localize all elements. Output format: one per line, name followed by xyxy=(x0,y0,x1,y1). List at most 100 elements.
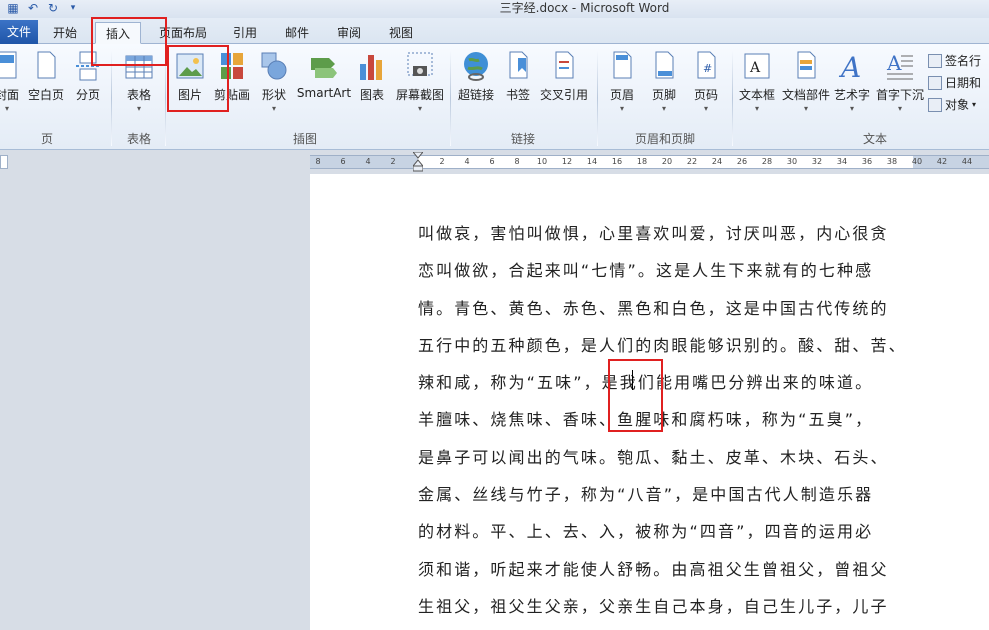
text-line: 是鼻子可以闻出的气味。匏瓜、黏土、皮革、木块、石头、 xyxy=(418,447,889,467)
ruler-tick: 4 xyxy=(464,157,470,166)
cover-page-button[interactable]: 封面 ▾ xyxy=(0,50,24,113)
ruler-tick: 8 xyxy=(315,157,321,166)
text-line: 辣和咸，称为“五味”，是我们能用嘴巴分辨出来的味道。 xyxy=(418,373,874,393)
group-label-links: 链接 xyxy=(510,132,535,146)
chart-button[interactable]: 图表 xyxy=(356,50,388,103)
annotation-box-picture-button xyxy=(167,45,229,112)
annotation-box-insert-tab xyxy=(91,17,167,66)
smartart-button[interactable]: SmartArt xyxy=(296,50,352,100)
svg-text:#: # xyxy=(703,62,712,75)
ruler-tick: 34 xyxy=(836,157,848,166)
horizontal-ruler[interactable]: 8 6 4 2 2 4 6 8 10 12 14 16 18 20 22 24 … xyxy=(310,152,989,172)
cover-page-icon xyxy=(0,51,17,79)
tab-review[interactable]: 审阅 xyxy=(330,22,368,44)
drop-cap-button[interactable]: A 首字下沉 ▾ xyxy=(874,50,926,113)
group-label-pages: 页 xyxy=(40,132,53,146)
cross-reference-button[interactable]: 交叉引用 xyxy=(538,50,590,103)
object-button[interactable]: 对象 ▾ xyxy=(928,96,976,113)
group-separator xyxy=(732,50,733,146)
tab-selector[interactable] xyxy=(0,155,8,169)
smartart-icon xyxy=(311,58,337,78)
signature-line-icon xyxy=(928,53,942,68)
ruler-tick: 32 xyxy=(811,157,823,166)
ruler-tick: 6 xyxy=(489,157,495,166)
text-line: 金属、丝线与竹子，称为“八音”，是中国古代人制造乐器 xyxy=(418,485,874,505)
quick-parts-button[interactable]: 文档部件 ▾ xyxy=(780,50,832,113)
screenshot-icon xyxy=(407,52,433,76)
wordart-button[interactable]: A 艺术字 ▾ xyxy=(832,50,872,113)
drop-cap-icon: A xyxy=(886,51,913,80)
header-button[interactable]: 页眉 ▾ xyxy=(604,50,640,113)
indent-marker-icon[interactable] xyxy=(413,152,423,172)
text-line: 的材料。平、上、去、入，被称为“四音”，四音的运用必 xyxy=(418,522,874,542)
document-area: 叫做哀，害怕叫做惧，心里喜欢叫爱，讨厌叫恶，内心很贪 恋叫做欲，合起来叫“七情”… xyxy=(0,174,989,630)
ruler-tick: 30 xyxy=(786,157,798,166)
ruler-tick: 8 xyxy=(514,157,520,166)
cross-reference-icon xyxy=(555,51,574,79)
chart-icon xyxy=(360,55,382,80)
bookmark-button[interactable]: 书签 xyxy=(502,50,534,103)
ruler-row: 8 6 4 2 2 4 6 8 10 12 14 16 18 20 22 24 … xyxy=(0,150,989,174)
blank-page-button[interactable]: 空白页 xyxy=(26,50,66,103)
title-bar: ▦ ↶ ↻ ▾ 三字经.docx - Microsoft Word xyxy=(0,0,989,18)
ruler-tick: 36 xyxy=(861,157,873,166)
page-number-icon: # xyxy=(697,51,716,79)
ruler-right-margin xyxy=(913,156,989,168)
ruler-tick: 12 xyxy=(561,157,573,166)
group-label-illustrations: 插图 xyxy=(292,132,317,146)
footer-button[interactable]: 页脚 ▾ xyxy=(646,50,682,113)
ruler-tick: 44 xyxy=(961,157,973,166)
document-body[interactable]: 叫做哀，害怕叫做惧，心里喜欢叫爱，讨厌叫恶，内心很贪 恋叫做欲，合起来叫“七情”… xyxy=(418,222,918,630)
group-label-text: 文本 xyxy=(862,132,887,146)
header-icon xyxy=(613,51,632,79)
hyperlink-icon xyxy=(464,52,488,81)
shapes-icon xyxy=(261,52,287,80)
tab-home[interactable]: 开始 xyxy=(46,22,84,44)
tab-file[interactable]: 文件 xyxy=(0,20,38,44)
shapes-button[interactable]: 形状 ▾ xyxy=(256,50,292,113)
object-icon xyxy=(928,97,942,112)
screenshot-button[interactable]: 屏幕截图 ▾ xyxy=(392,50,448,113)
svg-text:A: A xyxy=(749,60,761,76)
ruler-tick: 4 xyxy=(365,157,371,166)
svg-text:A: A xyxy=(838,51,861,82)
text-line: 叫做哀，害怕叫做惧，心里喜欢叫爱，讨厌叫恶，内心很贪 xyxy=(418,224,889,243)
annotation-box-cursor xyxy=(608,359,663,432)
group-label-tables: 表格 xyxy=(126,132,151,146)
group-separator xyxy=(597,50,598,146)
window-title: 三字经.docx - Microsoft Word xyxy=(499,1,670,15)
text-line: 五行中的五种颜色，是人们的肉眼能够识别的。酸、甜、苦、 xyxy=(418,335,907,355)
date-time-icon xyxy=(928,75,942,90)
ruler-tick: 28 xyxy=(761,157,773,166)
ruler-tick: 6 xyxy=(340,157,346,166)
footer-icon xyxy=(655,51,674,79)
tab-mailings[interactable]: 邮件 xyxy=(278,22,316,44)
date-time-button[interactable]: 日期和 xyxy=(928,74,981,91)
ruler-tick: 40 xyxy=(911,157,923,166)
tab-references[interactable]: 引用 xyxy=(226,22,264,44)
group-separator xyxy=(450,50,451,146)
ruler-tick: 38 xyxy=(886,157,898,166)
text-line: 羊膻味、烧焦味、香味、鱼腥味和腐朽味，称为“五臭”， xyxy=(418,410,874,430)
ruler-tick: 42 xyxy=(936,157,948,166)
bookmark-icon xyxy=(509,51,528,79)
text-line: 生祖父，祖父生父亲，父亲生自己本身，自己生儿子，儿子 xyxy=(418,596,889,616)
svg-text:A: A xyxy=(886,51,902,75)
ruler-tick: 18 xyxy=(636,157,648,166)
ruler-tick: 20 xyxy=(661,157,673,166)
text-box-button[interactable]: A 文本框 ▾ xyxy=(736,50,778,113)
ruler-tick: 26 xyxy=(736,157,748,166)
ruler-tick: 22 xyxy=(686,157,698,166)
page-number-button[interactable]: # 页码 ▾ xyxy=(688,50,724,113)
text-box-icon: A xyxy=(744,53,770,79)
blank-page-icon xyxy=(37,51,56,79)
text-line: 情。青色、黄色、赤色、黑色和白色，这是中国古代传统的 xyxy=(418,298,889,318)
tab-view[interactable]: 视图 xyxy=(382,22,420,44)
text-line: 恋叫做欲，合起来叫“七情”。这是人生下来就有的七种感 xyxy=(418,261,874,281)
ruler-tick: 2 xyxy=(439,157,445,166)
hyperlink-button[interactable]: 超链接 xyxy=(456,50,496,103)
signature-line-button[interactable]: 签名行 xyxy=(928,52,981,69)
quick-parts-icon xyxy=(797,51,816,79)
text-line: 须和谐，听起来才能使人舒畅。由高祖父生曾祖父，曾祖父 xyxy=(418,559,889,579)
ruler-tick: 2 xyxy=(390,157,396,166)
